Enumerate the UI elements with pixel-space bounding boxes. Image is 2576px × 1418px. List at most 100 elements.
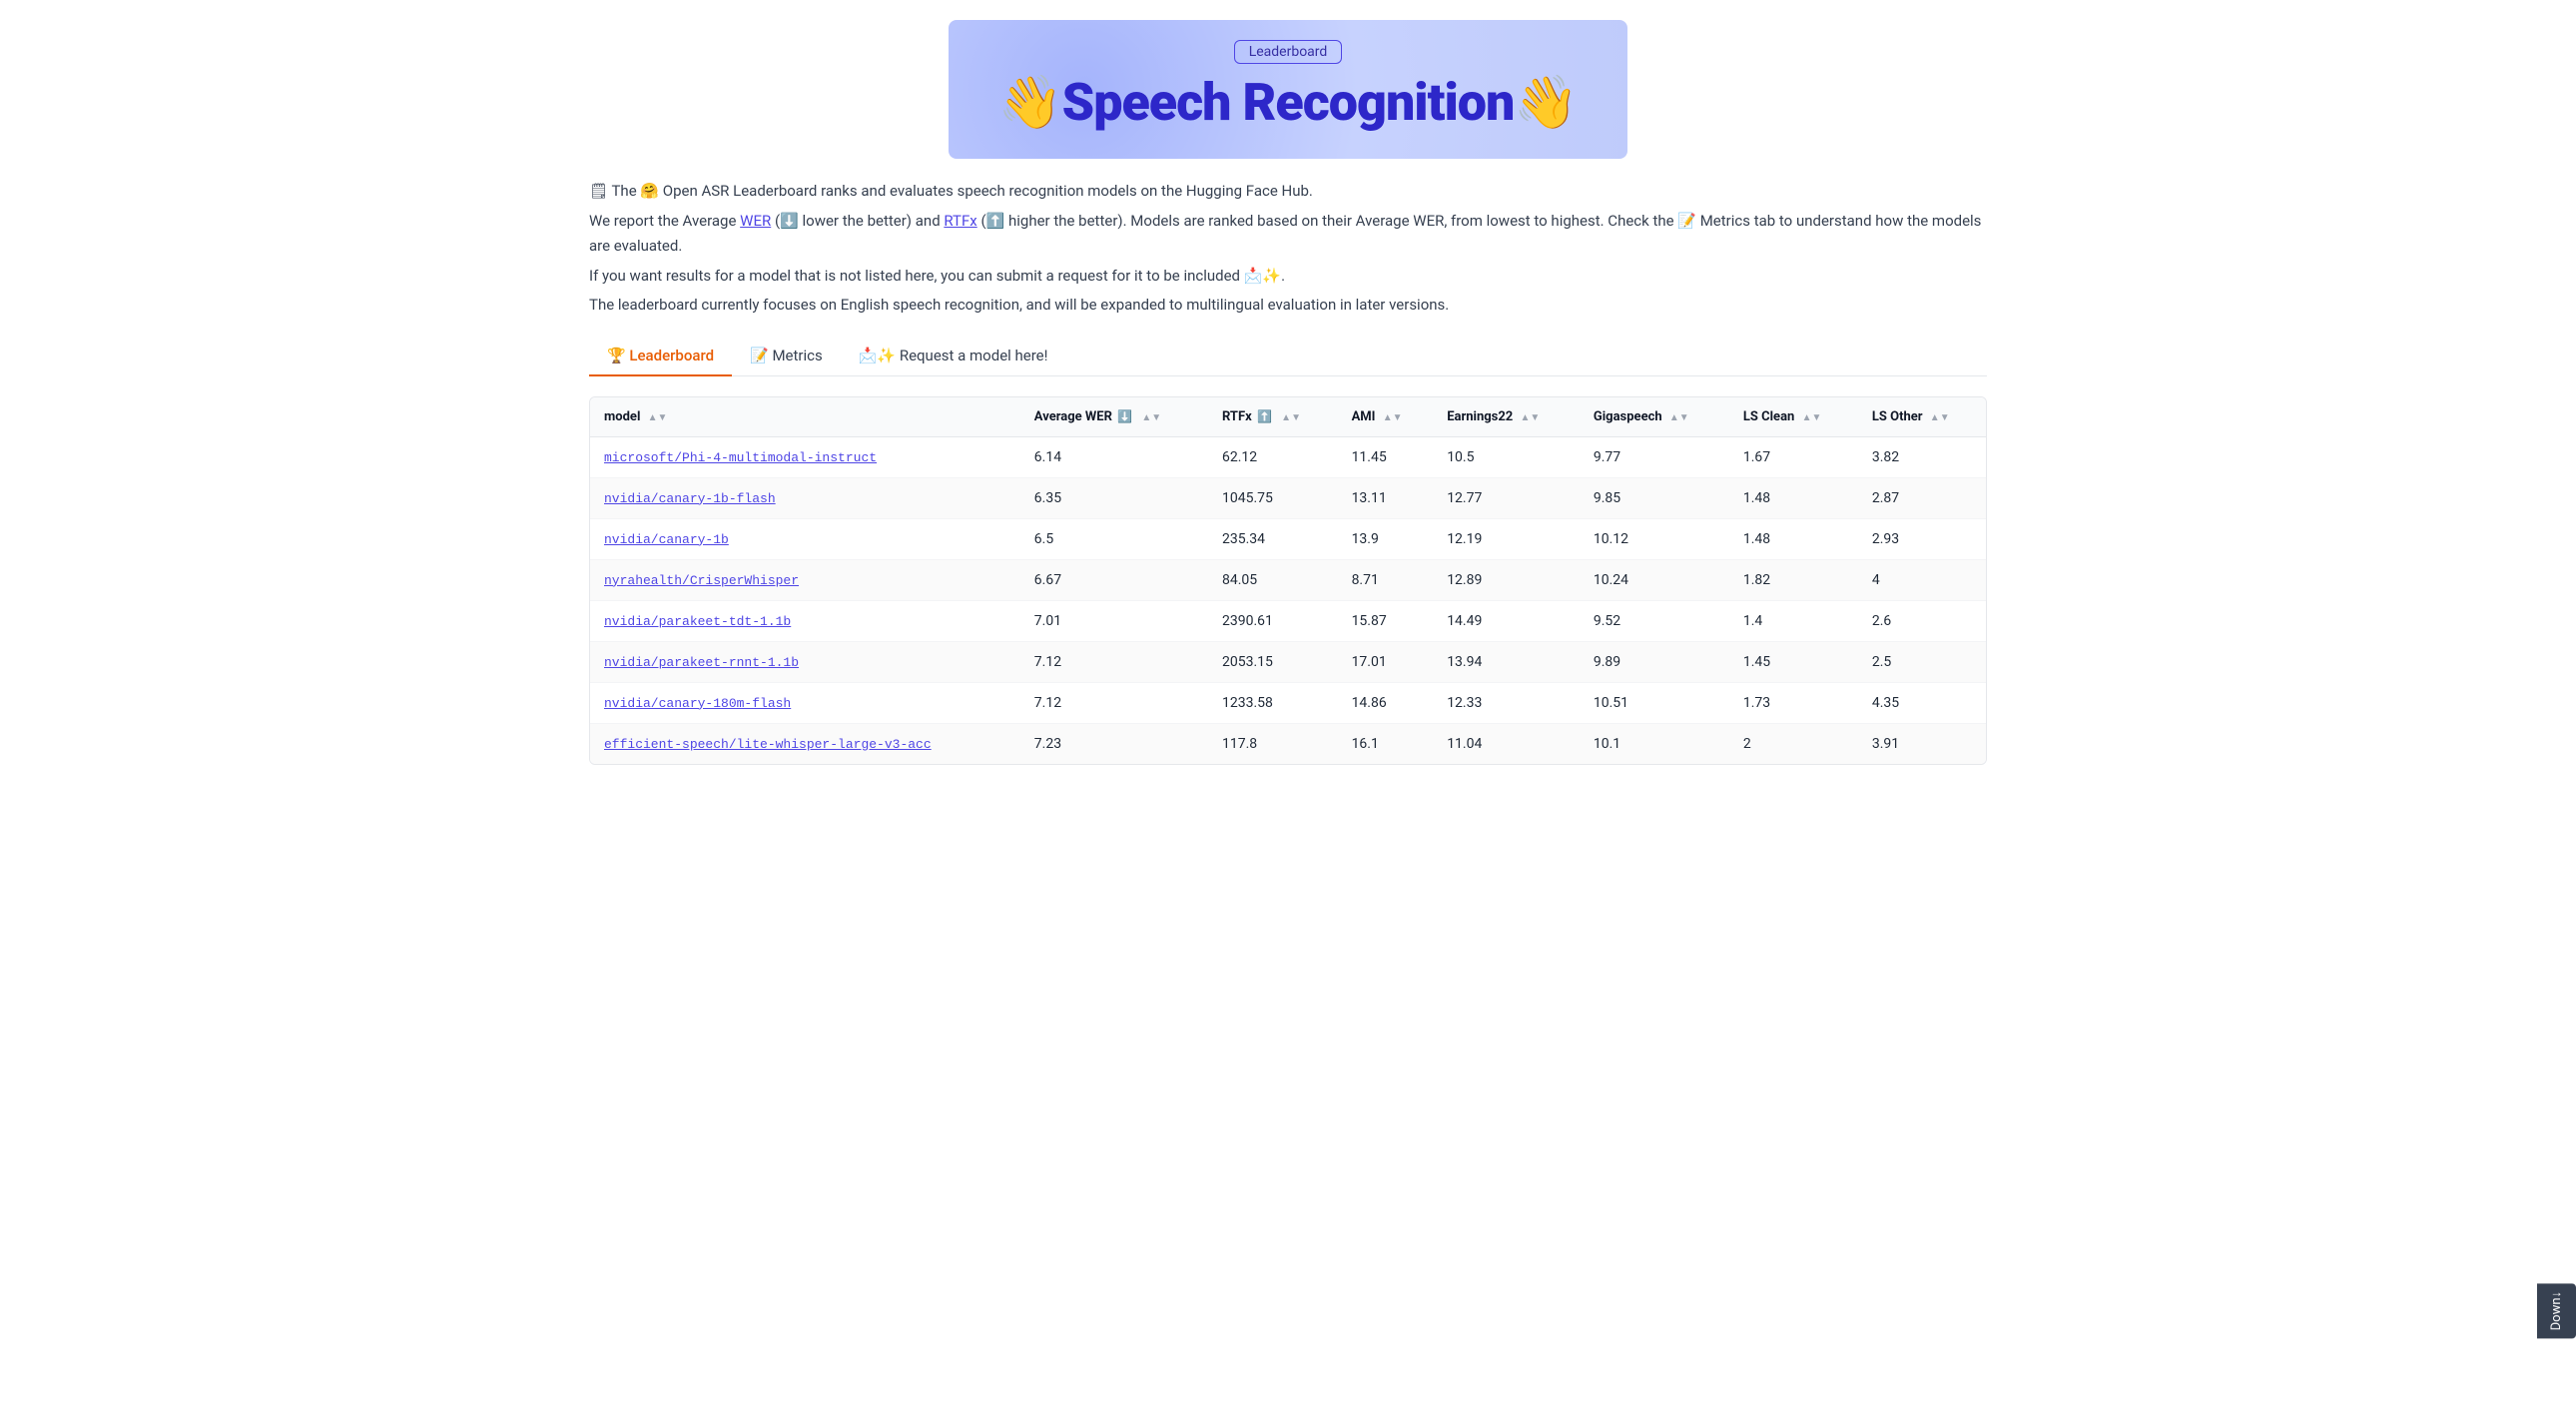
cell-avg_wer: 6.5 — [1020, 518, 1208, 559]
cell-earnings22: 10.5 — [1433, 436, 1580, 477]
cell-ls_clean: 1.48 — [1729, 477, 1858, 518]
description-section: 🗒 The 🤗 Open ASR Leaderboard ranks and e… — [589, 179, 1987, 319]
cell-ls_clean: 1.82 — [1729, 559, 1858, 600]
col-rtfx[interactable]: RTFx ⬆️ ▲▼ — [1208, 397, 1338, 437]
model-link[interactable]: nvidia/parakeet-rnnt-1.1b — [604, 655, 799, 670]
description-line3: If you want results for a model that is … — [589, 264, 1987, 290]
wer-direction-icon: ⬇️ — [1117, 409, 1132, 423]
col-gigaspeech[interactable]: Gigaspeech ▲▼ — [1580, 397, 1729, 437]
cell-ami: 16.1 — [1338, 723, 1434, 764]
cell-gigaspeech: 9.85 — [1580, 477, 1729, 518]
model-link[interactable]: nvidia/canary-180m-flash — [604, 696, 791, 711]
rtfx-direction-icon: ⬆️ — [1257, 409, 1272, 423]
description-text1: The — [611, 182, 640, 200]
col-model[interactable]: model ▲▼ — [590, 397, 1020, 437]
banner-title-text: Speech Recognition — [1062, 72, 1515, 133]
cell-ls_other: 2.93 — [1858, 518, 1986, 559]
model-link[interactable]: nyrahealth/CrisperWhisper — [604, 573, 799, 588]
notebook-emoji: 🗒 — [589, 182, 611, 200]
description-text1b: 🤗 Open ASR Leaderboard ranks and evaluat… — [640, 182, 1312, 200]
model-link[interactable]: microsoft/Phi-4-multimodal-instruct — [604, 450, 877, 465]
banner-emoji-right: 👋 — [1514, 72, 1578, 133]
cell-ls_clean: 1.45 — [1729, 641, 1858, 682]
col-model-sort-icon: ▲▼ — [648, 412, 668, 423]
table-row: nvidia/canary-1b6.5235.3413.912.1910.121… — [590, 518, 1986, 559]
col-earnings22-label: Earnings22 — [1447, 409, 1513, 424]
col-ls-clean-sort-icon: ▲▼ — [1802, 412, 1822, 423]
wer-link[interactable]: WER — [740, 212, 771, 230]
col-rtfx-label: RTFx — [1222, 409, 1255, 424]
cell-rtfx: 62.12 — [1208, 436, 1338, 477]
table-row: nvidia/parakeet-tdt-1.1b7.012390.6115.87… — [590, 600, 1986, 641]
cell-gigaspeech: 10.24 — [1580, 559, 1729, 600]
header-row: model ▲▼ Average WER ⬇️ ▲▼ RTFx ⬆️ ▲▼ — [590, 397, 1986, 437]
cell-ls_other: 2.6 — [1858, 600, 1986, 641]
cell-earnings22: 12.89 — [1433, 559, 1580, 600]
cell-ls_clean: 1.48 — [1729, 518, 1858, 559]
cell-ls_clean: 2 — [1729, 723, 1858, 764]
cell-gigaspeech: 9.89 — [1580, 641, 1729, 682]
leaderboard-table: model ▲▼ Average WER ⬇️ ▲▼ RTFx ⬆️ ▲▼ — [590, 397, 1986, 764]
cell-ls_clean: 1.73 — [1729, 682, 1858, 723]
cell-gigaspeech: 10.51 — [1580, 682, 1729, 723]
col-ls-other[interactable]: LS Other ▲▼ — [1858, 397, 1986, 437]
col-earnings22-sort-icon: ▲▼ — [1521, 412, 1541, 423]
tab-leaderboard[interactable]: 🏆 Leaderboard — [589, 339, 732, 376]
col-gigaspeech-sort-icon: ▲▼ — [1669, 412, 1689, 423]
cell-ami: 14.86 — [1338, 682, 1434, 723]
cell-earnings22: 13.94 — [1433, 641, 1580, 682]
col-earnings22[interactable]: Earnings22 ▲▼ — [1433, 397, 1580, 437]
desc-line2-mid1: (⬇️ lower the better) and — [775, 212, 944, 230]
model-link[interactable]: nvidia/parakeet-tdt-1.1b — [604, 614, 791, 629]
table-row: nvidia/canary-180m-flash7.121233.5814.86… — [590, 682, 1986, 723]
tab-request[interactable]: 📩✨ Request a model here! — [841, 339, 1066, 376]
banner-leaderboard-button[interactable]: Leaderboard — [1234, 40, 1343, 64]
col-ami[interactable]: AMI ▲▼ — [1338, 397, 1434, 437]
table-row: microsoft/Phi-4-multimodal-instruct 6.146… — [590, 436, 1986, 477]
tabs-container: 🏆 Leaderboard 📝 Metrics 📩✨ Request a mod… — [589, 339, 1987, 376]
table-row: efficient-speech/lite-whisper-large-v3-a… — [590, 723, 1986, 764]
col-ami-sort-icon: ▲▼ — [1383, 412, 1403, 423]
cell-ami: 8.71 — [1338, 559, 1434, 600]
col-avg-wer[interactable]: Average WER ⬇️ ▲▼ — [1020, 397, 1208, 437]
download-button[interactable]: Down↓ — [2537, 1283, 2576, 1338]
cell-rtfx: 117.8 — [1208, 723, 1338, 764]
col-ls-clean-label: LS Clean — [1743, 409, 1794, 424]
cell-ami: 11.45 — [1338, 436, 1434, 477]
cell-rtfx: 1045.75 — [1208, 477, 1338, 518]
banner-emoji-left: 👋 — [998, 72, 1062, 133]
tab-metrics[interactable]: 📝 Metrics — [732, 339, 841, 376]
cell-gigaspeech: 10.1 — [1580, 723, 1729, 764]
banner-title: 👋Speech Recognition👋 — [988, 74, 1588, 131]
cell-rtfx: 1233.58 — [1208, 682, 1338, 723]
cell-earnings22: 12.33 — [1433, 682, 1580, 723]
col-avg-wer-sort-icon: ▲▼ — [1141, 412, 1161, 423]
cell-ls_other: 2.5 — [1858, 641, 1986, 682]
desc-line2-prefix: We report the Average — [589, 212, 740, 230]
cell-gigaspeech: 9.77 — [1580, 436, 1729, 477]
table-body: microsoft/Phi-4-multimodal-instruct6.146… — [590, 436, 1986, 764]
model-link[interactable]: efficient-speech/lite-whisper-large-v3-a… — [604, 737, 932, 752]
cell-avg_wer: 6.14 — [1020, 436, 1208, 477]
table-row: nvidia/parakeet-rnnt-1.1b7.122053.1517.0… — [590, 641, 1986, 682]
table-row: nyrahealth/CrisperWhisper6.6784.058.7112… — [590, 559, 1986, 600]
cell-ls_clean: 1.67 — [1729, 436, 1858, 477]
cell-avg_wer: 7.23 — [1020, 723, 1208, 764]
col-ls-other-label: LS Other — [1872, 409, 1923, 424]
cell-avg_wer: 6.35 — [1020, 477, 1208, 518]
cell-ls_other: 4 — [1858, 559, 1986, 600]
cell-ls_other: 3.82 — [1858, 436, 1986, 477]
cell-ami: 13.9 — [1338, 518, 1434, 559]
cell-gigaspeech: 9.52 — [1580, 600, 1729, 641]
model-link[interactable]: nvidia/canary-1b-flash — [604, 491, 776, 506]
col-ls-clean[interactable]: LS Clean ▲▼ — [1729, 397, 1858, 437]
col-rtfx-sort-icon: ▲▼ — [1281, 412, 1301, 423]
col-gigaspeech-label: Gigaspeech — [1594, 409, 1662, 424]
model-link[interactable]: nvidia/canary-1b — [604, 532, 729, 547]
col-ami-label: AMI — [1352, 409, 1376, 424]
cell-rtfx: 84.05 — [1208, 559, 1338, 600]
rtfx-link[interactable]: RTFx — [944, 212, 976, 230]
cell-rtfx: 2053.15 — [1208, 641, 1338, 682]
cell-ami: 17.01 — [1338, 641, 1434, 682]
page-container: Leaderboard 👋Speech Recognition👋 🗒 The 🤗… — [569, 20, 2007, 805]
